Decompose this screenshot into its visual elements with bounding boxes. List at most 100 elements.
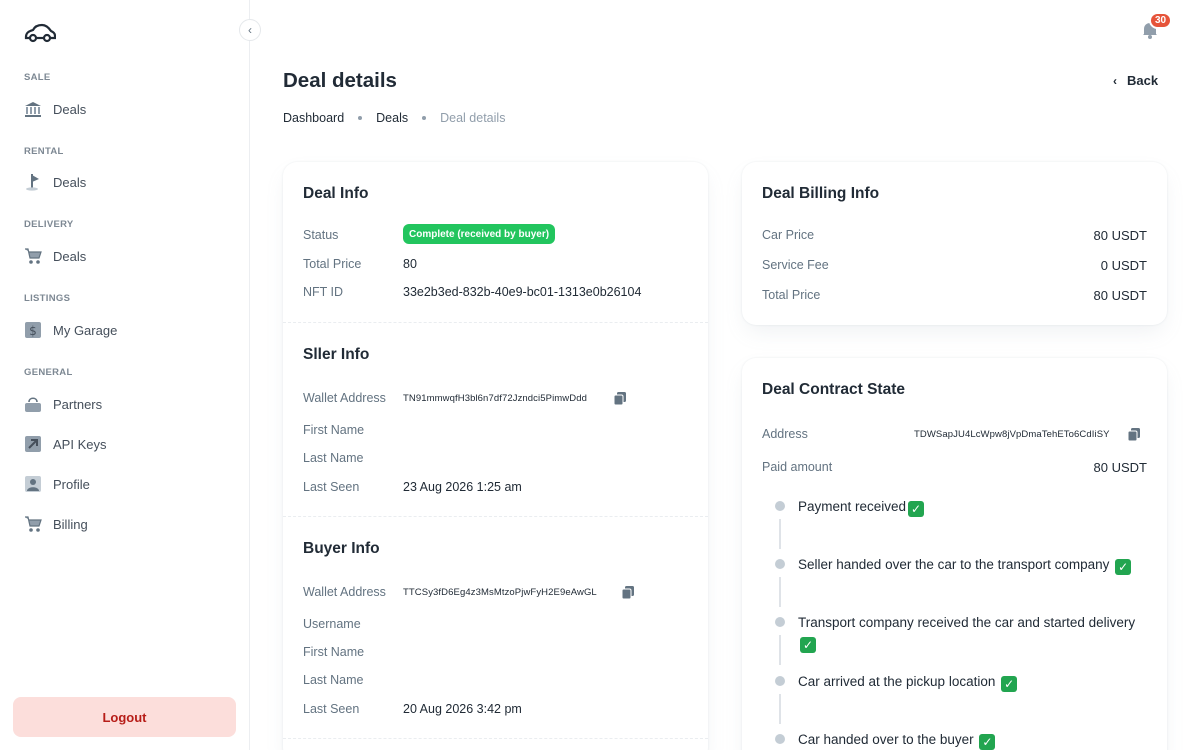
cart-icon bbox=[24, 515, 42, 533]
bag-icon bbox=[24, 395, 42, 413]
check-icon: ✓ bbox=[800, 637, 816, 653]
section-label-sale: SALE bbox=[24, 72, 51, 83]
service-fee-value: 0 USDT bbox=[1100, 258, 1147, 273]
timeline-step-text: Car arrived at the pickup location bbox=[798, 674, 996, 689]
seller-first-name-label: First Name bbox=[303, 423, 365, 437]
copy-icon[interactable] bbox=[621, 585, 635, 599]
timeline-step-delivery-started: Transport company received the car and s… bbox=[798, 613, 1138, 653]
seller-info-title: Sller Info bbox=[303, 346, 370, 363]
timeline-dot bbox=[775, 559, 785, 569]
sidebar-item-partners[interactable]: Partners bbox=[24, 392, 102, 416]
sidebar-item-label: Partners bbox=[53, 396, 103, 412]
sidebar-item-label: Deals bbox=[53, 248, 87, 264]
paid-amount-label: Paid amount bbox=[762, 460, 833, 474]
arrow-up-right-icon bbox=[24, 435, 42, 453]
seller-last-name-label: Last Name bbox=[303, 451, 364, 465]
sidebar: SALE Deals RENTAL Deals DELIVERY Deals L… bbox=[0, 0, 250, 750]
billing-info-title: Deal Billing Info bbox=[762, 185, 880, 202]
sidebar-item-my-garage[interactable]: $ My Garage bbox=[24, 318, 117, 342]
total-price-value: 80 bbox=[403, 257, 417, 271]
section-label-general: GENERAL bbox=[24, 367, 73, 378]
timeline-dot bbox=[775, 617, 785, 627]
car-logo-icon[interactable] bbox=[24, 22, 56, 44]
user-icon bbox=[24, 475, 42, 493]
sidebar-item-billing[interactable]: Billing bbox=[24, 512, 88, 536]
breadcrumb-dashboard[interactable]: Dashboard bbox=[283, 111, 344, 125]
timeline-step-text: Payment received bbox=[798, 499, 907, 514]
timeline-step-text: Seller handed over the car to the transp… bbox=[798, 557, 1110, 572]
check-icon: ✓ bbox=[1115, 559, 1132, 575]
seller-last-seen-label: Last Seen bbox=[303, 480, 360, 494]
buyer-username-label: Username bbox=[303, 617, 361, 631]
breadcrumb-separator bbox=[422, 116, 427, 120]
divider bbox=[283, 516, 708, 517]
divider bbox=[283, 322, 708, 323]
copy-icon[interactable] bbox=[613, 391, 627, 405]
timeline-dot bbox=[775, 501, 785, 511]
billing-total-label: Total Price bbox=[762, 288, 821, 302]
back-label: Back bbox=[1127, 73, 1159, 88]
breadcrumb-separator bbox=[358, 116, 363, 120]
sidebar-item-profile[interactable]: Profile bbox=[24, 472, 90, 496]
section-label-listings: LISTINGS bbox=[24, 293, 71, 304]
nft-id-label: NFT ID bbox=[303, 285, 344, 299]
sidebar-item-delivery-deals[interactable]: Deals bbox=[24, 244, 86, 268]
sidebar-item-label: Deals bbox=[53, 174, 87, 190]
sidebar-item-rental-deals[interactable]: Deals bbox=[24, 170, 86, 194]
service-fee-label: Service Fee bbox=[762, 258, 829, 272]
deal-info-title: Deal Info bbox=[303, 185, 369, 202]
nft-id-value: 33e2b3ed-832b-40e9-bc01-1313e0b26104 bbox=[403, 285, 642, 299]
seller-wallet-value: TN91mmwqfH3bl6n7df72Jzndci5PimwDdd bbox=[403, 393, 587, 404]
buyer-info-title: Buyer Info bbox=[303, 540, 380, 557]
buyer-wallet-value: TTCSy3fD6Eg4z3MsMtzoPjwFyH2E9eAwGL bbox=[403, 587, 597, 598]
paid-amount-value: 80 USDT bbox=[1093, 460, 1147, 475]
timeline-dot bbox=[775, 734, 785, 744]
sidebar-item-label: Profile bbox=[53, 476, 90, 492]
contract-address-value: TDWSapJU4LcWpw8jVpDmaTehETo6CdIiSY bbox=[914, 429, 1110, 440]
breadcrumb-deals[interactable]: Deals bbox=[376, 111, 408, 125]
timeline-connector bbox=[779, 577, 781, 607]
sidebar-item-label: Billing bbox=[53, 516, 88, 532]
dollar-tag-icon: $ bbox=[24, 321, 42, 339]
breadcrumb-current: Deal details bbox=[440, 111, 506, 125]
notification-badge: 30 bbox=[1149, 12, 1172, 29]
contract-address-label: Address bbox=[762, 427, 808, 441]
svg-text:$: $ bbox=[29, 324, 37, 338]
copy-icon[interactable] bbox=[1127, 427, 1141, 441]
contract-state-card: Deal Contract State Address TDWSapJU4LcW… bbox=[742, 358, 1167, 750]
sidebar-item-label: My Garage bbox=[53, 322, 118, 338]
car-price-value: 80 USDT bbox=[1093, 228, 1147, 243]
total-price-label: Total Price bbox=[303, 257, 362, 271]
deal-info-card: Deal Info Status Complete (received by b… bbox=[283, 162, 708, 750]
timeline-step-arrived-pickup: Car arrived at the pickup location ✓ bbox=[798, 672, 1138, 692]
seller-last-seen-value: 23 Aug 2026 1:25 am bbox=[403, 480, 522, 494]
buyer-last-name-label: Last Name bbox=[303, 673, 364, 687]
back-button[interactable]: ‹ Back bbox=[1113, 73, 1158, 88]
timeline-dot bbox=[775, 676, 785, 686]
check-icon: ✓ bbox=[979, 734, 996, 750]
bank-icon bbox=[24, 100, 42, 118]
car-price-label: Car Price bbox=[762, 228, 815, 242]
sidebar-item-api-keys[interactable]: API Keys bbox=[24, 432, 106, 456]
chevron-left-icon: ‹ bbox=[1113, 73, 1117, 88]
sidebar-item-label: Deals bbox=[53, 101, 87, 117]
check-icon: ✓ bbox=[908, 501, 925, 517]
billing-info-card: Deal Billing Info Car Price 80 USDT Serv… bbox=[742, 162, 1167, 325]
section-label-rental: RENTAL bbox=[24, 146, 64, 157]
buyer-first-name-label: First Name bbox=[303, 645, 365, 659]
billing-total-value: 80 USDT bbox=[1093, 288, 1147, 303]
sidebar-item-sale-deals[interactable]: Deals bbox=[24, 97, 86, 121]
contract-state-title: Deal Contract State bbox=[762, 381, 905, 398]
page-title: Deal details bbox=[283, 69, 397, 92]
seller-wallet-label: Wallet Address bbox=[303, 391, 386, 405]
buyer-last-seen-label: Last Seen bbox=[303, 702, 360, 716]
logout-button[interactable]: Logout bbox=[13, 697, 236, 737]
timeline-step-handed-buyer: Car handed over to the buyer ✓ bbox=[798, 730, 1138, 750]
chevron-left-icon[interactable]: ‹ bbox=[239, 19, 261, 41]
cart-icon bbox=[24, 247, 42, 265]
timeline-step-payment: Payment received ✓ bbox=[798, 497, 1138, 517]
timeline-connector bbox=[779, 519, 781, 549]
breadcrumb: Dashboard Deals Deal details bbox=[283, 111, 505, 125]
timeline-step-text: Transport company received the car and s… bbox=[798, 615, 1136, 630]
timeline-connector bbox=[779, 635, 781, 665]
